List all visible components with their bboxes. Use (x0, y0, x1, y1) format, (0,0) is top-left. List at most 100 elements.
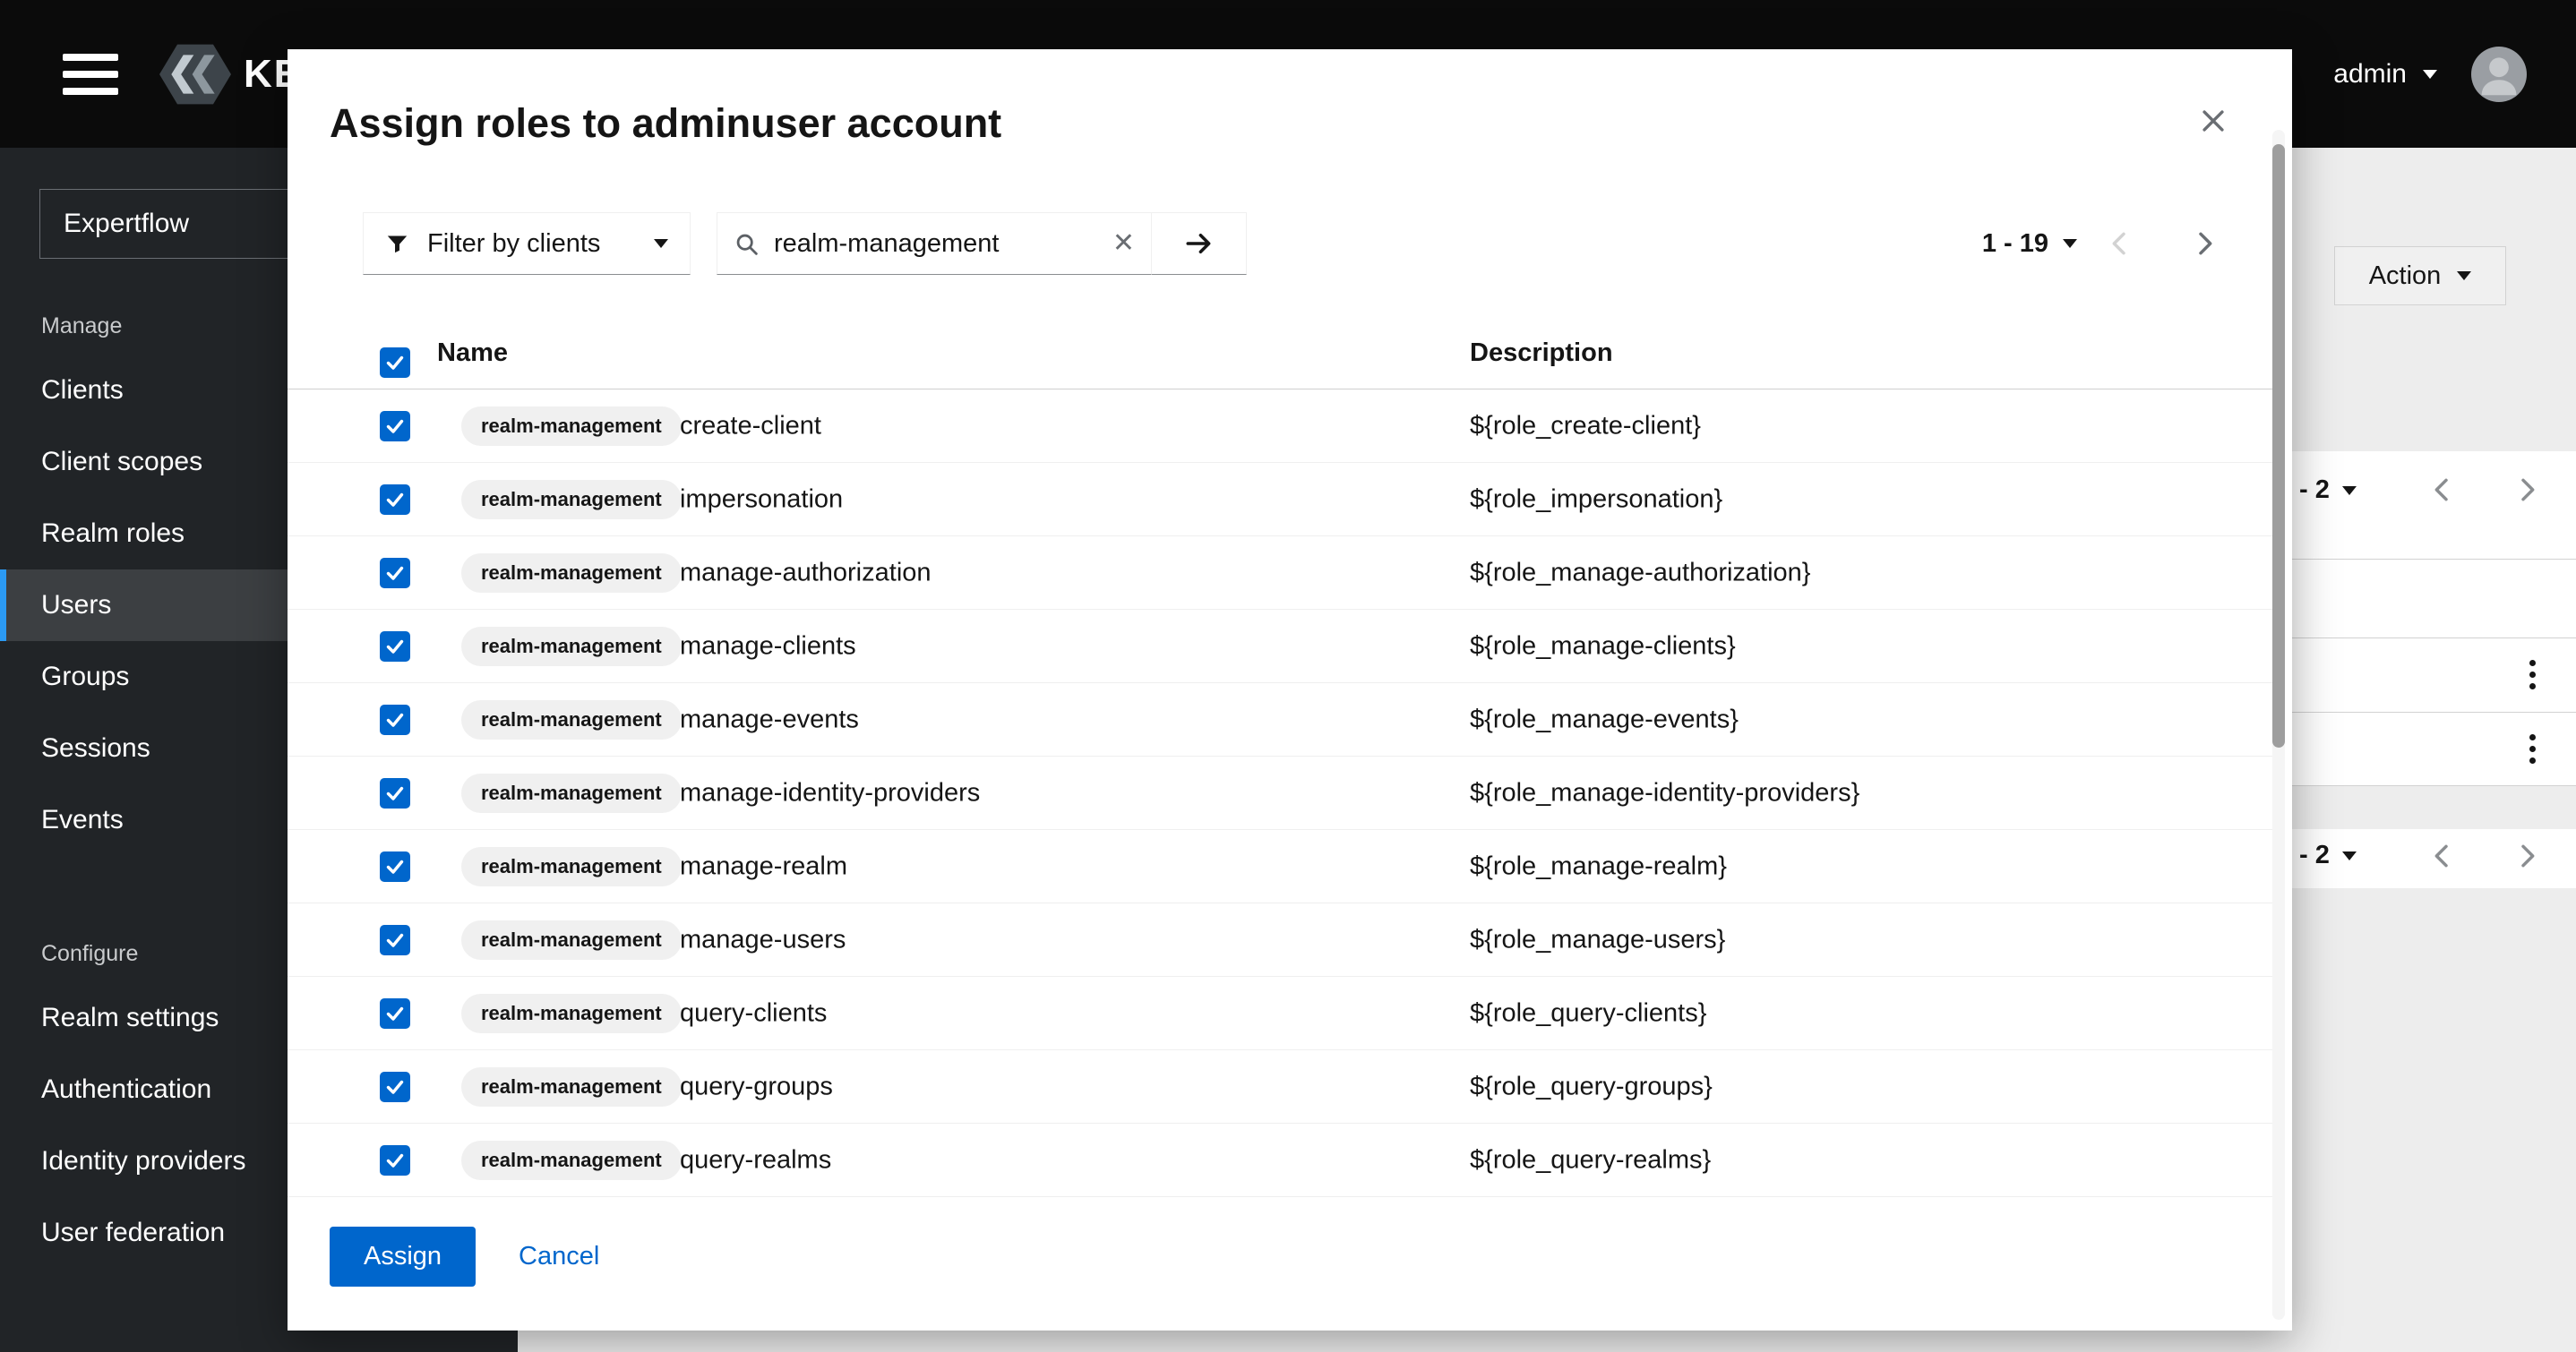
check-icon (384, 1076, 406, 1098)
background-pagination[interactable]: - 2 (2299, 841, 2357, 870)
roles-search-input[interactable] (774, 229, 1098, 259)
person-icon (2471, 47, 2527, 102)
background-pagination-label: - 2 (2299, 475, 2330, 505)
row-checkbox[interactable] (380, 851, 410, 882)
check-icon (384, 489, 406, 510)
nav-item-label: Clients (41, 375, 124, 406)
cancel-button[interactable]: Cancel (519, 1242, 599, 1271)
nav-item-label: Sessions (41, 733, 150, 764)
chevron-left-icon[interactable] (2428, 475, 2457, 504)
avatar[interactable] (2471, 47, 2527, 102)
role-name: impersonation (680, 484, 843, 514)
search-icon (734, 231, 760, 257)
client-badge: realm-management (461, 553, 682, 593)
kebab-menu-icon[interactable] (2529, 734, 2536, 764)
chevron-down-icon (2342, 851, 2357, 860)
background-pagination-strip: - 2 (2292, 829, 2576, 888)
nav-item-label: Users (41, 590, 111, 620)
pagination-range-dropdown[interactable]: 1 - 19 (1982, 229, 2077, 259)
row-checkbox[interactable] (380, 925, 410, 955)
filter-by-clients-dropdown[interactable]: Filter by clients (363, 212, 691, 275)
client-badge: realm-management (461, 994, 682, 1033)
chevron-right-icon[interactable] (2512, 842, 2541, 870)
table-row[interactable]: realm-management manage-events ${role_ma… (288, 683, 2272, 757)
row-checkbox[interactable] (380, 631, 410, 662)
pagination-next-button[interactable] (2188, 227, 2220, 260)
assign-button[interactable]: Assign (330, 1227, 476, 1287)
assign-roles-modal: Assign roles to adminuser account Filter… (288, 49, 2292, 1331)
menu-toggle-icon[interactable] (63, 54, 118, 95)
client-badge: realm-management (461, 1141, 682, 1180)
table-row[interactable]: realm-management query-clients ${role_qu… (288, 977, 2272, 1050)
check-icon (384, 856, 406, 877)
nav-item-label: Client scopes (41, 447, 202, 477)
nav-item-label: Events (41, 805, 124, 835)
role-description: ${role_query-groups} (1470, 1072, 1713, 1101)
check-icon (384, 562, 406, 584)
row-checkbox[interactable] (380, 705, 410, 735)
background-pagination[interactable]: - 2 (2299, 475, 2357, 505)
modal-footer: Assign Cancel (330, 1227, 599, 1287)
row-checkbox[interactable] (380, 411, 410, 441)
table-row[interactable]: realm-management manage-users ${role_man… (288, 903, 2272, 977)
role-description: ${role_manage-authorization} (1470, 558, 1811, 587)
search-submit-button[interactable] (1152, 212, 1247, 275)
role-name: query-clients (680, 998, 827, 1028)
row-checkbox[interactable] (380, 1072, 410, 1102)
table-row[interactable]: realm-management query-realms ${role_que… (288, 1124, 2272, 1197)
close-icon[interactable] (2192, 99, 2235, 142)
table-row[interactable]: realm-management query-groups ${role_que… (288, 1050, 2272, 1124)
table-row[interactable]: realm-management manage-authorization ${… (288, 536, 2272, 610)
pagination-prev-button[interactable] (2104, 227, 2136, 260)
check-icon (384, 352, 406, 373)
client-badge: realm-management (461, 920, 682, 960)
table-row[interactable]: realm-management impersonation ${role_im… (288, 463, 2272, 536)
background-pagination-label: - 2 (2299, 841, 2330, 870)
keycloak-logo-icon (159, 39, 231, 110)
kebab-menu-icon[interactable] (2529, 660, 2536, 689)
select-all-checkbox[interactable] (380, 347, 410, 378)
chevron-right-icon (2190, 229, 2219, 258)
chevron-left-icon (2106, 229, 2134, 258)
row-checkbox[interactable] (380, 1145, 410, 1176)
nav-item-label: Realm settings (41, 1003, 219, 1033)
role-name: manage-clients (680, 631, 856, 661)
client-badge: realm-management (461, 627, 682, 666)
check-icon (384, 709, 406, 731)
row-checkbox[interactable] (380, 778, 410, 809)
chevron-right-icon[interactable] (2512, 475, 2541, 504)
role-description: ${role_manage-clients} (1470, 631, 1736, 661)
filter-icon (385, 232, 409, 256)
column-header-name: Name (437, 338, 508, 368)
divider (2292, 637, 2576, 638)
clear-search-icon[interactable]: ✕ (1112, 230, 1135, 257)
table-row[interactable]: realm-management manage-clients ${role_m… (288, 610, 2272, 683)
chevron-down-icon (2423, 70, 2437, 79)
chevron-down-icon (2063, 239, 2077, 248)
check-icon (384, 636, 406, 657)
modal-pagination: 1 - 19 (1982, 212, 2220, 275)
chevron-left-icon[interactable] (2428, 842, 2457, 870)
table-row[interactable]: realm-management manage-realm ${role_man… (288, 830, 2272, 903)
role-description: ${role_query-realms} (1470, 1145, 1711, 1175)
table-row[interactable]: realm-management create-client ${role_cr… (288, 389, 2272, 463)
user-menu[interactable]: admin (2333, 59, 2437, 90)
check-icon (384, 783, 406, 804)
background-table-panel: - 2 (2292, 451, 2576, 786)
row-checkbox[interactable] (380, 998, 410, 1029)
nav-item-label: Identity providers (41, 1146, 245, 1177)
action-dropdown-button[interactable]: Action (2334, 246, 2506, 305)
client-badge: realm-management (461, 700, 682, 740)
row-checkbox[interactable] (380, 484, 410, 515)
filter-label: Filter by clients (427, 229, 600, 259)
row-checkbox[interactable] (380, 558, 410, 588)
search-field: ✕ (717, 212, 1152, 275)
table-row[interactable]: realm-management manage-identity-provide… (288, 757, 2272, 830)
roles-table-header: Name Description (288, 322, 2272, 389)
check-icon (384, 415, 406, 437)
scrollbar-thumb[interactable] (2272, 144, 2285, 748)
role-description: ${role_query-clients} (1470, 998, 1706, 1028)
role-name: query-groups (680, 1072, 833, 1101)
nav-item-label: Realm roles (41, 518, 185, 549)
roles-table-body: realm-management create-client ${role_cr… (288, 389, 2272, 1197)
